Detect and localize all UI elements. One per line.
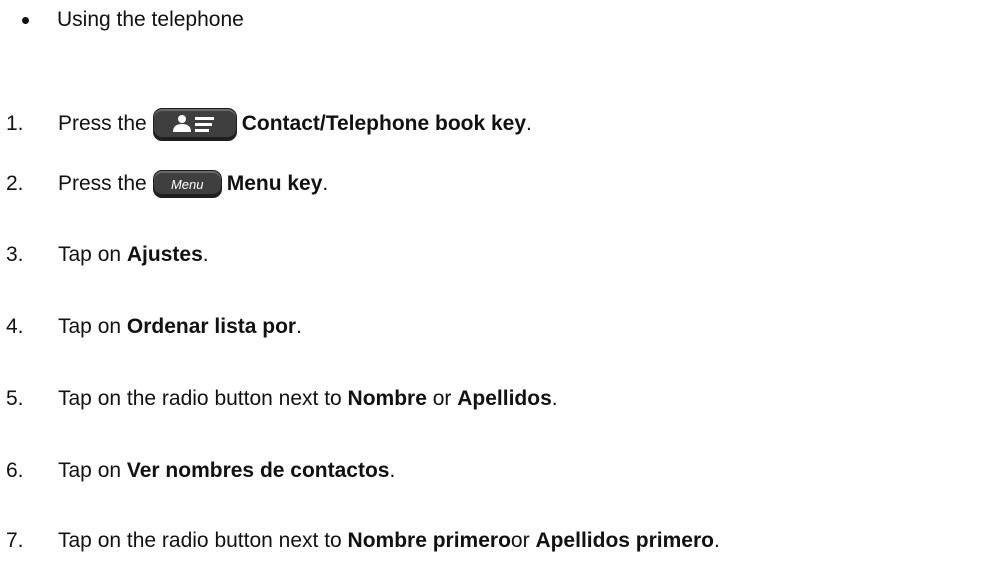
step-bold-text: Ajustes [126, 243, 203, 266]
step-bold-text-2: Apellidos [457, 387, 552, 410]
intro-bullet-text: Using the telephone [57, 8, 244, 31]
step-post: . [322, 172, 329, 195]
step-mid-text: or [510, 529, 536, 552]
step-number: 1. [6, 112, 24, 135]
step-7: 7. Tap on the radio button next to Nombr… [0, 522, 720, 560]
step-post: . [713, 529, 720, 552]
step-3: 3. Tap on Ajustes. [0, 236, 209, 274]
step-post: . [202, 243, 209, 266]
step-number: 5. [6, 387, 24, 410]
menu-key-label: Menu [170, 176, 204, 192]
step-6: 6. Tap on Ver nombres de contactos. [0, 452, 395, 490]
bullet-icon [22, 16, 29, 24]
step-2: 2. Press the Menu Menu key. [0, 165, 328, 203]
step-bold-text: Contact/Telephone book key [241, 112, 527, 135]
step-text: Press the [58, 172, 147, 195]
step-post: . [389, 459, 396, 482]
step-5: 5. Tap on the radio button next to Nombr… [0, 380, 558, 418]
step-post: . [296, 315, 302, 338]
step-1: 1. Press the Contact/Telephone book key. [0, 105, 532, 143]
step-bold-text: Ver nombres de contactos [126, 459, 390, 482]
menu-key-icon: Menu [152, 170, 222, 198]
step-text: Tap on [58, 315, 127, 338]
step-number: 4. [6, 315, 24, 338]
contact-book-key-icon-glyph [172, 115, 214, 132]
step-bold-text-2: Apellidos primero [535, 529, 714, 552]
step-post: . [526, 112, 532, 135]
step-text: Tap on [58, 243, 127, 266]
step-bold-text: Ordenar lista por [126, 315, 297, 338]
step-number: 3. [6, 243, 24, 266]
step-text: Tap on [58, 459, 127, 482]
step-bold-text: Menu key [226, 172, 323, 195]
step-bold-text: Nombre primero [347, 529, 511, 552]
step-4: 4. Tap on Ordenar lista por. [0, 308, 302, 346]
intro-bullet: Using the telephone [20, 2, 244, 38]
step-post: . [551, 387, 558, 410]
step-number: 6. [6, 459, 24, 482]
step-number: 2. [6, 172, 24, 195]
step-text: Tap on the radio button next to [58, 387, 348, 410]
step-text: Tap on the radio button next to [58, 529, 348, 552]
contact-book-key-icon [152, 107, 237, 141]
step-number: 7. [6, 529, 24, 552]
step-text: Press the [58, 112, 147, 135]
step-mid-text: or [426, 387, 458, 410]
step-bold-text: Nombre [347, 387, 427, 410]
